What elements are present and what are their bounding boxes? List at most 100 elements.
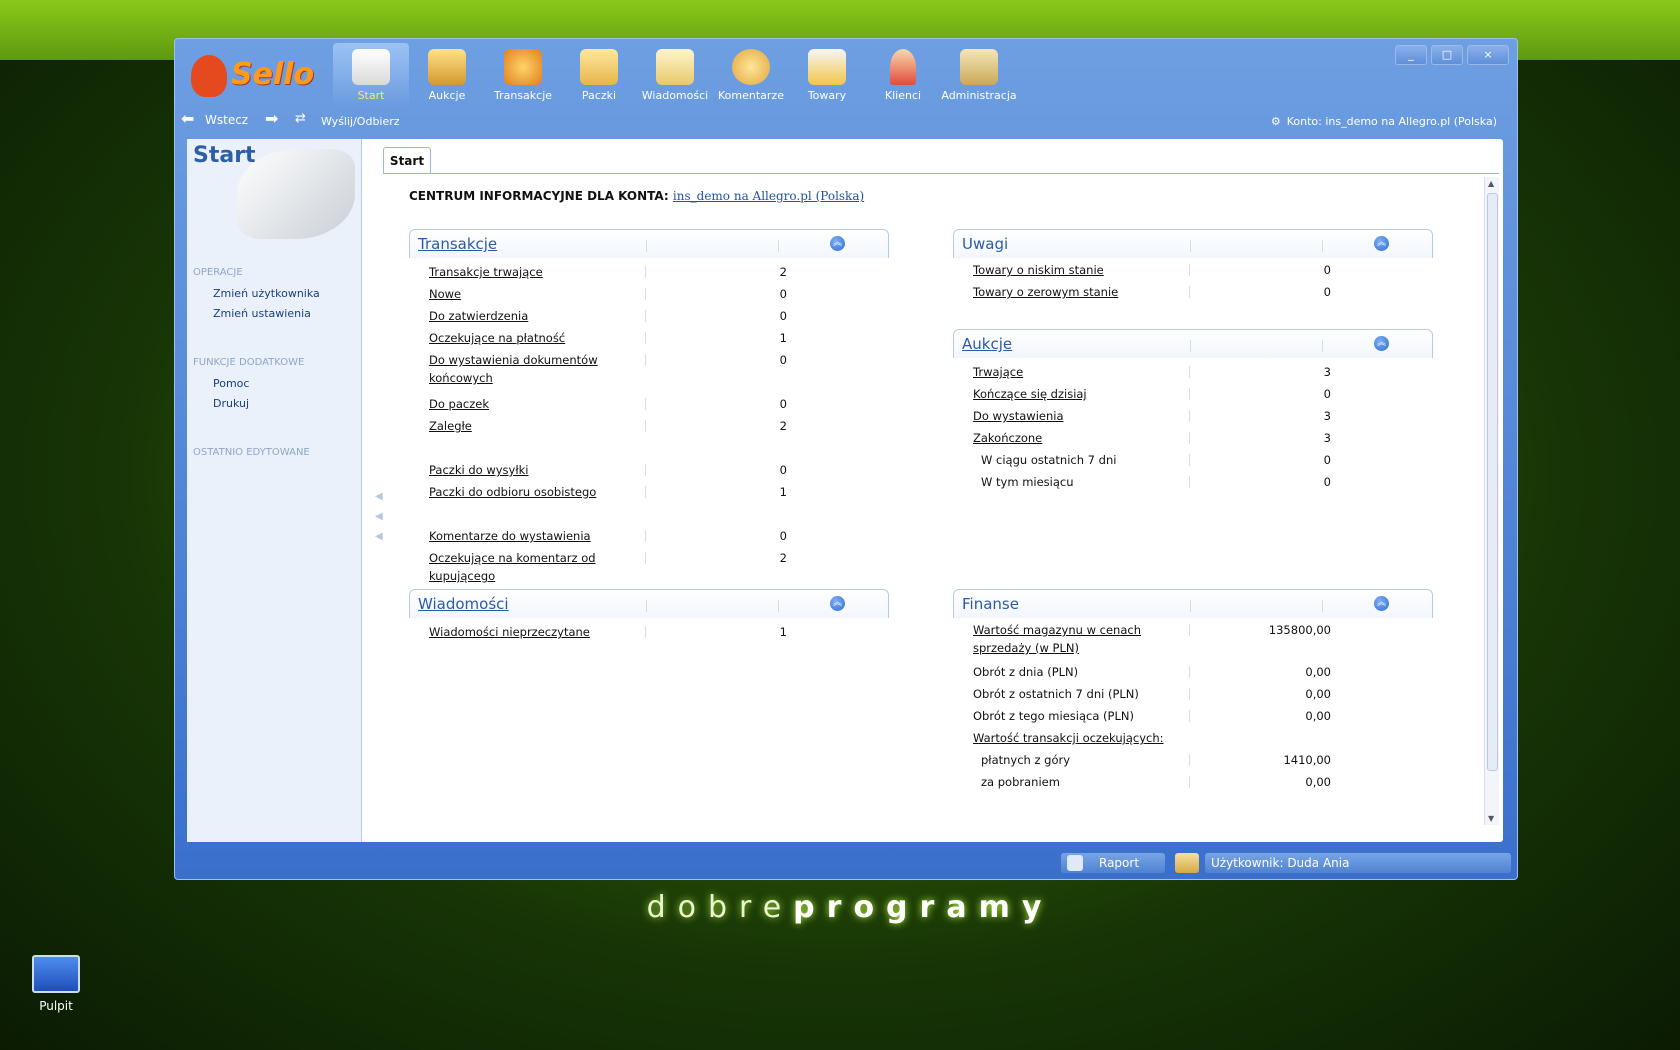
panel-header: Uwagi ︽ bbox=[953, 229, 1433, 258]
desktop-icon-pulpit[interactable]: Pulpit bbox=[28, 955, 84, 1013]
messages-icon bbox=[656, 49, 694, 85]
panel-header: Aukcje ︽ bbox=[953, 329, 1433, 358]
collapse-chevron-icon[interactable]: ︽ bbox=[1374, 596, 1389, 611]
row-label[interactable]: Oczekujące na płatność bbox=[429, 329, 629, 347]
main-frame: Start OPERACJE Zmień użytkownika Zmień u… bbox=[187, 139, 1503, 842]
nav-start[interactable]: Start bbox=[333, 43, 409, 107]
back-arrow-icon[interactable]: ⬅ bbox=[181, 109, 194, 128]
vertical-scrollbar[interactable]: ▲ ▼ bbox=[1484, 177, 1499, 825]
row-value: 0 bbox=[1323, 453, 1331, 467]
row-label[interactable]: Wartość transakcji oczekujących: bbox=[973, 729, 1213, 747]
window-controls: _ □ × bbox=[1395, 45, 1509, 65]
row-value: 3 bbox=[1323, 431, 1331, 445]
row-label[interactable]: Kończące się dzisiaj bbox=[973, 385, 1173, 403]
nav-wiadomosci[interactable]: Wiadomości bbox=[637, 43, 713, 107]
row-label[interactable]: Paczki do wysyłki bbox=[429, 461, 629, 479]
tab-start[interactable]: Start bbox=[383, 147, 431, 174]
sidebar-title: Start bbox=[193, 143, 256, 168]
row-value: 0 bbox=[779, 463, 787, 477]
row-label[interactable]: Transakcje trwające bbox=[429, 263, 629, 281]
sidebar: Start OPERACJE Zmień użytkownika Zmień u… bbox=[187, 139, 362, 842]
nav-administracja[interactable]: Administracja bbox=[941, 43, 1017, 107]
row-label: Obrót z dnia (PLN) bbox=[973, 665, 1079, 679]
user-icon bbox=[1175, 853, 1199, 873]
collapse-chevron-icon[interactable]: ︽ bbox=[1374, 236, 1389, 251]
brand-bold: programy bbox=[793, 890, 1054, 925]
nav-label: Klienci bbox=[884, 89, 922, 102]
brand-light: dobre bbox=[646, 890, 794, 925]
nav-klienci[interactable]: Klienci bbox=[865, 43, 941, 107]
sidebar-link-help[interactable]: Pomoc bbox=[213, 377, 249, 390]
collapse-chevron-icon[interactable]: ︽ bbox=[830, 236, 845, 251]
nav-komentarze[interactable]: Komentarze bbox=[713, 43, 789, 107]
row-label[interactable]: Do wystawienia dokumentów końcowych bbox=[429, 351, 599, 387]
sidebar-section-recent: OSTATNIO EDYTOWANE bbox=[193, 447, 310, 458]
row-label[interactable]: Do paczek bbox=[429, 395, 629, 413]
sidebar-link-print[interactable]: Drukuj bbox=[213, 397, 249, 410]
scroll-down-icon[interactable]: ▼ bbox=[1488, 814, 1494, 823]
row-value: 0 bbox=[779, 287, 787, 301]
nav-label: Wiadomości bbox=[641, 89, 709, 102]
panel-title-wiadomosci[interactable]: Wiadomości bbox=[418, 595, 509, 613]
panel-title-transakcje[interactable]: Transakcje bbox=[418, 235, 497, 253]
send-receive-button[interactable]: Wyślij/Odbierz bbox=[321, 115, 400, 128]
sidebar-section-operacje: OPERACJE bbox=[193, 267, 243, 278]
minimize-button[interactable]: _ bbox=[1395, 45, 1427, 65]
row-label[interactable]: Nowe bbox=[429, 285, 629, 303]
row-value: 1 bbox=[779, 331, 787, 345]
row-value: 0 bbox=[779, 353, 787, 367]
nav-transakcje[interactable]: Transakcje bbox=[485, 43, 561, 107]
admin-icon bbox=[960, 49, 998, 85]
row-value: 0 bbox=[779, 309, 787, 323]
row-label: W tym miesiącu bbox=[981, 475, 1074, 489]
forward-arrow-icon[interactable]: ➡ bbox=[265, 109, 278, 128]
row-value: 0,00 bbox=[1305, 665, 1331, 679]
panel-title-finanse: Finanse bbox=[962, 595, 1019, 613]
panel-title-aukcje[interactable]: Aukcje bbox=[962, 335, 1012, 353]
back-button[interactable]: Wstecz bbox=[205, 113, 248, 127]
status-bar: Raport Użytkownik: Duda Ania bbox=[175, 847, 1517, 877]
nav-paczki[interactable]: Paczki bbox=[561, 43, 637, 107]
info-center-prefix: CENTRUM INFORMACYJNE DLA KONTA: bbox=[409, 189, 669, 203]
close-button[interactable]: × bbox=[1467, 45, 1509, 65]
row-label[interactable]: Towary o niskim stanie bbox=[973, 261, 1173, 279]
gavel-icon bbox=[428, 49, 466, 85]
send-receive-icon: ⇄ bbox=[295, 111, 306, 126]
row-value: 2 bbox=[779, 419, 787, 433]
panel-header: Wiadomości ︽ bbox=[409, 589, 889, 618]
row-label[interactable]: Towary o zerowym stanie bbox=[973, 283, 1173, 301]
report-button[interactable]: Raport bbox=[1061, 853, 1165, 873]
row-label[interactable]: Zakończone bbox=[973, 429, 1173, 447]
collapse-chevron-icon[interactable]: ︽ bbox=[830, 596, 845, 611]
row-label[interactable]: Komentarze do wystawienia bbox=[429, 527, 629, 545]
row-label[interactable]: Do wystawienia bbox=[973, 407, 1173, 425]
row-label: Obrót z ostatnich 7 dni (PLN) bbox=[973, 687, 1139, 701]
info-center-account-link[interactable]: ins_demo na Allegro.pl (Polska) bbox=[673, 189, 864, 203]
row-label[interactable]: Do zatwierdzenia bbox=[429, 307, 629, 325]
row-value: 3 bbox=[1323, 365, 1331, 379]
sidebar-link-change-settings[interactable]: Zmień ustawienia bbox=[213, 307, 311, 320]
nav-label: Start bbox=[357, 89, 385, 102]
user-status: Użytkownik: Duda Ania bbox=[1205, 853, 1511, 873]
row-label[interactable]: Trwające bbox=[973, 363, 1173, 381]
row-label[interactable]: Oczekujące na komentarz od kupującego bbox=[429, 549, 599, 585]
row-label[interactable]: Zaległe bbox=[429, 417, 629, 435]
sidebar-collapse-handle[interactable]: ◀ ◀ ◀ bbox=[375, 487, 383, 547]
maximize-button[interactable]: □ bbox=[1431, 45, 1463, 65]
row-value: 0 bbox=[1323, 387, 1331, 401]
sidebar-link-change-user[interactable]: Zmień użytkownika bbox=[213, 287, 320, 300]
row-label[interactable]: Wiadomości nieprzeczytane bbox=[429, 623, 629, 641]
collapse-chevron-icon[interactable]: ︽ bbox=[1374, 336, 1389, 351]
home-icon bbox=[352, 49, 390, 85]
toolbar: ⬅ Wstecz ➡ ⇄ Wyślij/Odbierz ⚙ Konto: ins_… bbox=[175, 109, 1517, 135]
row-value: 0 bbox=[1323, 475, 1331, 489]
scroll-up-icon[interactable]: ▲ bbox=[1488, 179, 1494, 188]
account-info: ⚙ Konto: ins_demo na Allegro.pl (Polska) bbox=[1271, 115, 1497, 128]
row-label[interactable]: Wartość magazynu w cenach sprzedaży (w P… bbox=[973, 621, 1193, 657]
row-label[interactable]: Paczki do odbioru osobistego bbox=[429, 483, 629, 501]
nav-towary[interactable]: Towary bbox=[789, 43, 865, 107]
nav-aukcje[interactable]: Aukcje bbox=[409, 43, 485, 107]
row-label: płatnych z góry bbox=[981, 753, 1071, 767]
row-value: 0 bbox=[779, 397, 787, 411]
scrollbar-thumb[interactable] bbox=[1487, 193, 1498, 771]
